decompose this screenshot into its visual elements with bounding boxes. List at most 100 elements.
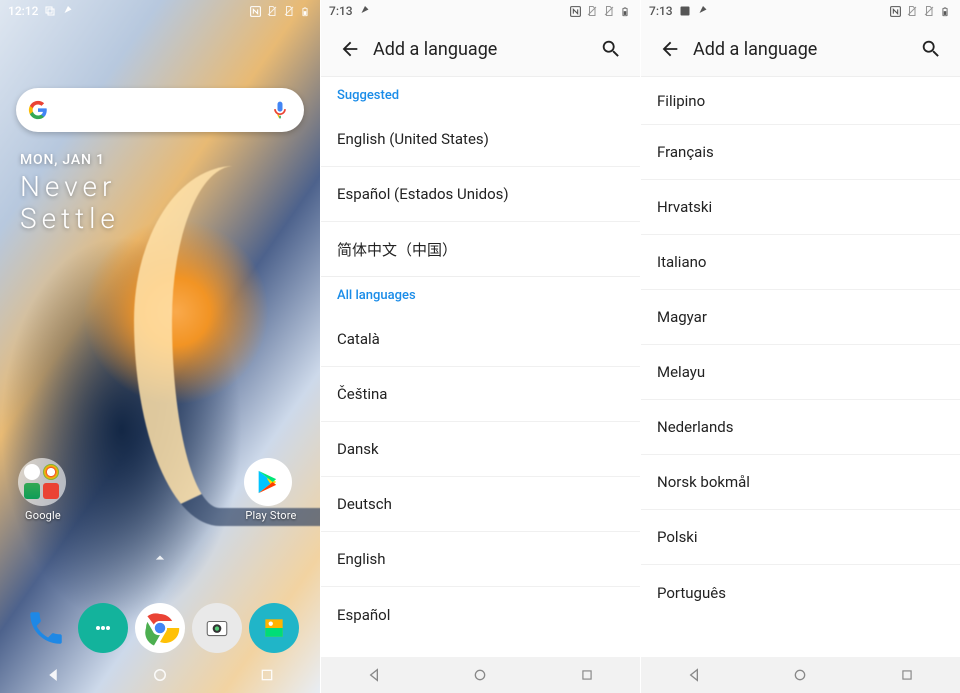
lang-label: Català: [337, 330, 380, 348]
location-icon: [62, 5, 74, 17]
nav-bar: [641, 657, 960, 693]
lang-label: Español (Estados Unidos): [337, 185, 509, 203]
nav-bar: [0, 657, 320, 693]
lang-row[interactable]: Español (Estados Unidos): [321, 167, 640, 222]
lang-label: Norsk bokmål: [657, 473, 750, 491]
location-icon: [697, 5, 709, 17]
lang-label: Dansk: [337, 440, 379, 458]
nav-back[interactable]: [345, 657, 403, 693]
lang-label: Hrvatski: [657, 198, 712, 216]
image-icon: [679, 5, 691, 17]
nav-home[interactable]: [771, 657, 829, 693]
battery-icon: [300, 5, 312, 17]
back-button[interactable]: [331, 30, 369, 68]
lang-row[interactable]: English (United States): [321, 112, 640, 167]
chrome-app[interactable]: [135, 603, 185, 653]
lang-row[interactable]: Magyar: [641, 290, 960, 345]
play-store-icon: [244, 458, 292, 506]
header-suggested: Suggested: [321, 77, 640, 112]
lang-label: Polski: [657, 528, 698, 546]
lang-label: 简体中文（中国）: [337, 239, 457, 260]
google-folder[interactable]: Google: [18, 458, 68, 522]
lang-label: English (United States): [337, 130, 489, 148]
messages-app[interactable]: [78, 603, 128, 653]
lang-row[interactable]: English: [321, 532, 640, 587]
nav-bar: [321, 657, 640, 693]
nav-back[interactable]: [665, 657, 723, 693]
no-sim-icon-2: [283, 5, 295, 17]
lang-row[interactable]: Hrvatski: [641, 180, 960, 235]
voice-search-icon[interactable]: [270, 100, 290, 120]
play-store-label: Play Store: [244, 509, 298, 522]
lang-label: Deutsch: [337, 495, 392, 513]
no-sim-icon-2: [603, 5, 615, 17]
google-search-bar[interactable]: [16, 88, 304, 132]
nav-recents[interactable]: [238, 657, 296, 693]
nfc-icon: [569, 5, 581, 17]
lang-row[interactable]: Polski: [641, 510, 960, 565]
lang-row[interactable]: Português: [641, 565, 960, 620]
lang-row[interactable]: Français: [641, 125, 960, 180]
lang-label: Magyar: [657, 308, 707, 326]
lang-label: Italiano: [657, 253, 706, 271]
no-sim-icon: [266, 5, 278, 17]
nfc-icon: [249, 5, 261, 17]
lang-row[interactable]: Català: [321, 312, 640, 367]
phone-app[interactable]: [21, 603, 71, 653]
language-list[interactable]: Suggested English (United States) Españo…: [321, 76, 640, 657]
language-list[interactable]: Filipino Français Hrvatski Italiano Magy…: [641, 76, 960, 657]
nav-home[interactable]: [131, 657, 189, 693]
lang-label: Português: [657, 584, 726, 602]
lang-row[interactable]: 简体中文（中国）: [321, 222, 640, 277]
lang-row[interactable]: Norsk bokmål: [641, 455, 960, 510]
lang-row[interactable]: Italiano: [641, 235, 960, 290]
lang-label: Nederlands: [657, 418, 733, 436]
tagline-1: Never: [20, 170, 116, 203]
status-bar: 7:13: [641, 0, 960, 22]
lang-row[interactable]: Deutsch: [321, 477, 640, 532]
app-bar: Add a language: [641, 22, 960, 76]
status-bar: 12:12: [0, 0, 320, 22]
gallery-app[interactable]: [249, 603, 299, 653]
no-sim-icon: [906, 5, 918, 17]
home-date-widget[interactable]: MON, JAN 1 NeverSettle: [20, 152, 120, 235]
nav-recents[interactable]: [878, 657, 936, 693]
header-all: All languages: [321, 277, 640, 312]
folder-preview: [18, 458, 66, 506]
date-line: MON, JAN 1: [20, 152, 120, 168]
back-button[interactable]: [651, 30, 689, 68]
lang-row[interactable]: Čeština: [321, 367, 640, 422]
battery-icon: [940, 5, 952, 17]
status-time: 7:13: [649, 4, 673, 18]
search-button[interactable]: [912, 30, 950, 68]
phone-language-list-scrolled: 7:13 Add a language Filipino Français Hr…: [640, 0, 960, 693]
google-logo-icon: [28, 100, 48, 120]
lang-row[interactable]: Dansk: [321, 422, 640, 477]
lang-row[interactable]: Español: [321, 587, 640, 642]
location-icon: [359, 5, 371, 17]
lang-label: Français: [657, 143, 714, 161]
no-sim-icon-2: [923, 5, 935, 17]
lang-row[interactable]: Melayu: [641, 345, 960, 400]
page-title: Add a language: [373, 39, 497, 60]
nav-back[interactable]: [24, 657, 82, 693]
phone-home-screen: 12:12 MON, JAN 1 NeverSettle: [0, 0, 320, 693]
lang-label: Čeština: [337, 385, 387, 403]
play-store-app[interactable]: Play Store: [244, 458, 298, 522]
status-bar: 7:13: [321, 0, 640, 22]
lang-row[interactable]: Nederlands: [641, 400, 960, 455]
lang-row[interactable]: Filipino: [641, 77, 960, 125]
phone-language-list-top: 7:13 Add a language Suggested English (U…: [320, 0, 640, 693]
camera-app[interactable]: [192, 603, 242, 653]
lang-label: Español: [337, 606, 390, 624]
dock: [0, 603, 320, 653]
nav-recents[interactable]: [558, 657, 616, 693]
lang-label: Filipino: [657, 92, 705, 110]
status-time: 12:12: [8, 4, 38, 18]
app-drawer-handle[interactable]: [150, 548, 170, 572]
page-title: Add a language: [693, 39, 817, 60]
search-button[interactable]: [592, 30, 630, 68]
lang-label: Melayu: [657, 363, 705, 381]
tagline-2: Settle: [20, 202, 120, 235]
nav-home[interactable]: [451, 657, 509, 693]
